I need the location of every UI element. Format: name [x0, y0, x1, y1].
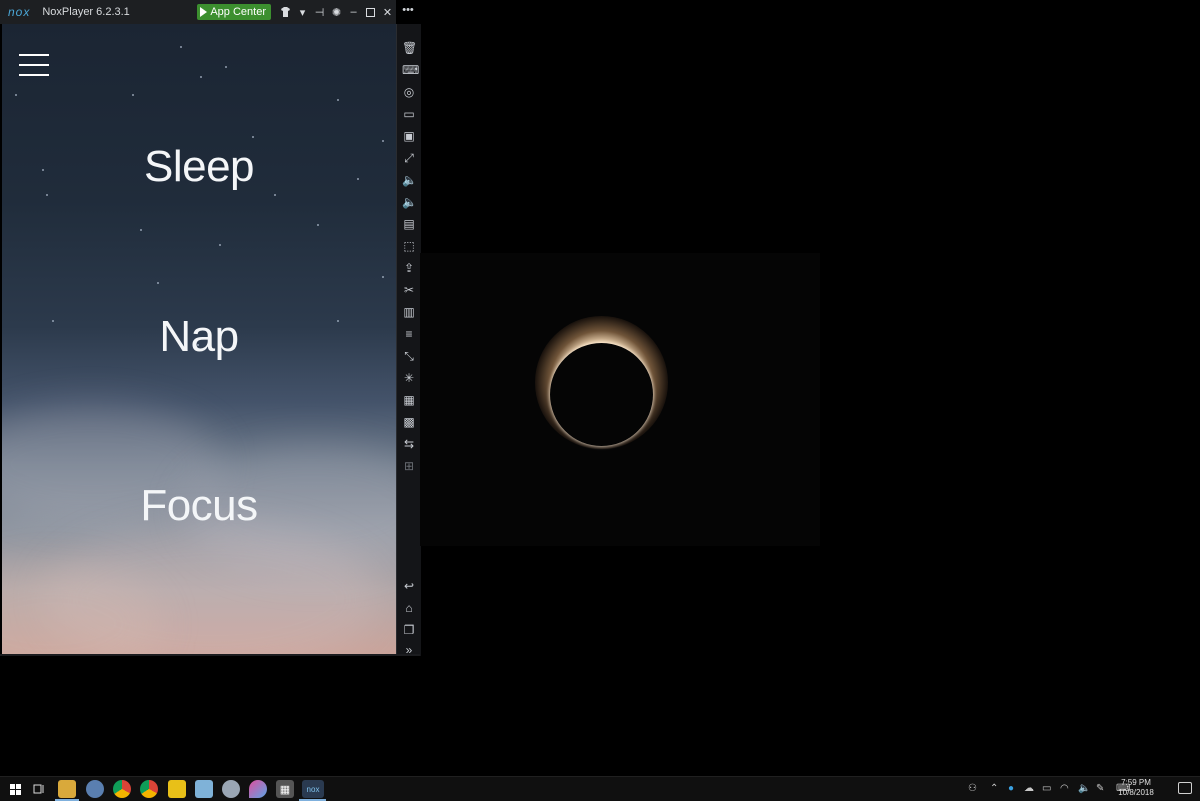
nap-button[interactable]: Nap	[2, 312, 396, 362]
volume-down-icon[interactable]: 🔈	[402, 195, 417, 209]
recent-apps-icon[interactable]: ❐	[402, 623, 416, 637]
sleep-button[interactable]: Sleep	[2, 142, 396, 192]
maximize-button[interactable]	[362, 0, 379, 24]
people-icon[interactable]: ⚇	[968, 783, 977, 794]
app-icon[interactable]	[195, 780, 213, 798]
windows-start-icon[interactable]	[6, 780, 24, 798]
sticky-notes-icon[interactable]	[168, 780, 186, 798]
star	[140, 229, 142, 231]
window-title: NoxPlayer 6.2.3.1	[42, 6, 130, 18]
nox-titlebar: nox NoxPlayer 6.2.3.1 App Center ▾ ⊣ ✺ –…	[0, 0, 396, 24]
star	[157, 282, 159, 284]
system-clock[interactable]: 7:59 PM 10/8/2018	[1110, 778, 1162, 798]
pin-icon[interactable]: ⊣	[311, 0, 328, 24]
loading-icon[interactable]: ✳	[402, 371, 416, 385]
screenshot-icon[interactable]: ▣	[402, 129, 416, 143]
settings-gear-icon[interactable]: ✺	[328, 0, 345, 24]
window-border	[0, 654, 420, 656]
eclipse-photo	[420, 253, 820, 546]
app-icon[interactable]	[222, 780, 240, 798]
apk-install-icon[interactable]: ⬚	[402, 239, 416, 253]
theme-icon[interactable]	[277, 0, 294, 24]
tray-app-icon[interactable]: ●	[1008, 783, 1014, 794]
app-icon[interactable]	[86, 780, 104, 798]
clock-date: 10/8/2018	[1118, 788, 1154, 797]
back-icon[interactable]: ↩	[402, 579, 416, 593]
onedrive-icon[interactable]: ☁	[1024, 783, 1034, 794]
app-center-label: App Center	[210, 6, 266, 18]
nox-sidebar: 🗑 ⌨ ◎ ▭ ▣ ⤢ 🔈 🔈 ▤ ⬚ ⇪ ✂ ▥ ≡ ⤡ ✳ ▦ ▩ ⇆ ⊞ …	[396, 24, 421, 657]
star	[46, 194, 48, 196]
chrome-icon[interactable]	[113, 780, 131, 798]
play-store-icon	[200, 7, 208, 17]
chrome-profile-icon[interactable]	[140, 780, 158, 798]
wifi-icon[interactable]: ◠	[1060, 783, 1069, 794]
star	[317, 224, 319, 226]
star	[252, 136, 254, 138]
more-options-icon[interactable]: •••	[396, 0, 420, 24]
pen-icon[interactable]: ✎	[1096, 783, 1104, 794]
star	[225, 66, 227, 68]
star	[337, 99, 339, 101]
import-export-icon[interactable]: ⇪	[402, 261, 416, 275]
calculator-icon[interactable]: ▦	[276, 780, 294, 798]
menu-dropdown-icon[interactable]: ▾	[294, 0, 311, 24]
hamburger-menu-icon[interactable]	[19, 54, 49, 76]
fullscreen-icon[interactable]: ⤢	[402, 151, 416, 165]
multi-instance-icon[interactable]: ▥	[402, 305, 416, 319]
volume-up-icon[interactable]: 🔈	[402, 173, 417, 187]
screen-icon[interactable]: ▭	[402, 107, 416, 121]
android-screen: Sleep Nap Focus	[2, 24, 396, 654]
paint-icon[interactable]	[249, 780, 267, 798]
keyboard-icon[interactable]: ⌨	[402, 63, 419, 77]
eclipse-moon	[550, 343, 653, 446]
controller-icon[interactable]: ▩	[402, 415, 416, 429]
toolbox-icon[interactable]: ▤	[402, 217, 416, 231]
app-center-button[interactable]: App Center	[197, 4, 271, 20]
action-center-icon[interactable]	[1178, 782, 1192, 794]
star	[200, 76, 202, 78]
focus-button[interactable]: Focus	[2, 481, 396, 531]
star	[274, 194, 276, 196]
battery-icon[interactable]: ▭	[1042, 783, 1051, 794]
add-icon[interactable]: ⊞	[402, 459, 416, 473]
sync-icon[interactable]: ⇆	[402, 437, 416, 451]
macro-recorder-icon[interactable]: ▦	[402, 393, 416, 407]
star	[219, 244, 221, 246]
star	[15, 94, 17, 96]
trash-icon[interactable]: 🗑	[402, 41, 417, 55]
scissors-icon[interactable]: ✂	[402, 283, 416, 297]
show-hidden-icons[interactable]: ⌃	[990, 783, 998, 794]
minimize-button[interactable]: –	[345, 0, 362, 24]
menu-icon[interactable]: ≡	[402, 327, 416, 341]
taskbar: ▦ nox ⚇ ⌃ ● ☁ ▭ ◠ 🔈 ✎ ⌨ 7:59 PM 10/8/201…	[0, 776, 1200, 801]
nox-logo: nox	[8, 5, 31, 19]
nox-taskbar-icon[interactable]: nox	[302, 780, 324, 798]
volume-icon[interactable]: 🔈	[1078, 783, 1090, 794]
star	[180, 46, 182, 48]
file-explorer-icon[interactable]	[58, 780, 76, 798]
star	[132, 94, 134, 96]
shake-icon[interactable]: ⤡	[402, 349, 416, 363]
close-button[interactable]: ✕	[379, 0, 396, 24]
home-icon[interactable]: ⌂	[402, 601, 416, 615]
clock-time: 7:59 PM	[1121, 778, 1151, 787]
star	[382, 276, 384, 278]
location-icon[interactable]: ◎	[402, 85, 416, 99]
task-view-icon[interactable]	[30, 780, 48, 798]
